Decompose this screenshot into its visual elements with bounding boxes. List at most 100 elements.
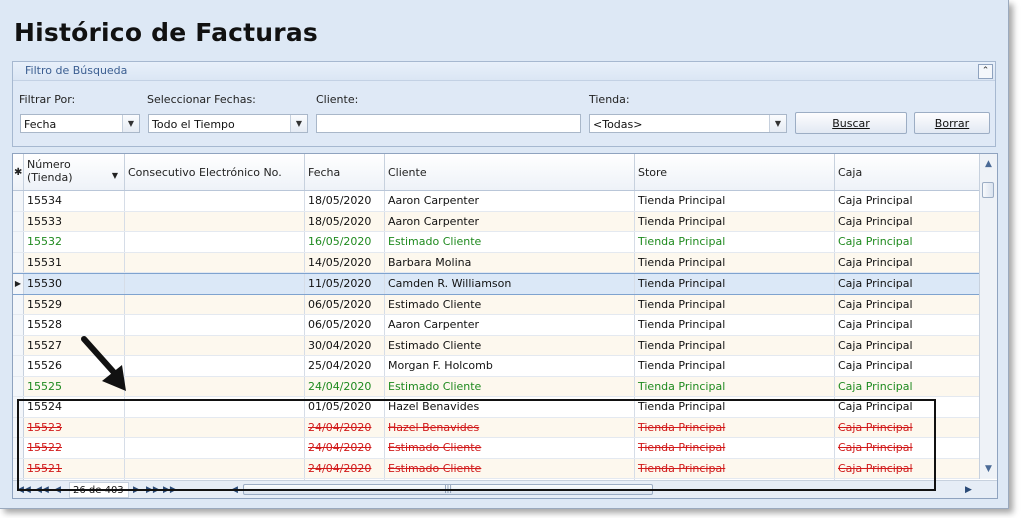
sort-descending-icon: ▼ [111,171,118,180]
table-row[interactable]: 15526 25/04/2020 Morgan F. Holcomb Tienda P… [13,356,979,377]
store-select[interactable]: <Todas> ▼ [589,114,787,133]
cell-store: Tienda Principal [635,315,835,335]
table-row[interactable]: 15533 18/05/2020 Aaron Carpenter Tienda Pri… [13,211,979,232]
column-header-electronic-number[interactable]: Consecutivo Electrónico No. [125,154,305,190]
row-indicator[interactable] [13,232,24,252]
cell-register: Caja Principal [838,338,913,352]
cell-client: Aaron Carpenter [385,315,635,335]
chevron-down-icon[interactable]: ▼ [290,115,307,132]
cell-date: 18/05/2020 [305,211,385,231]
select-dates-value: Todo el Tiempo [152,118,235,131]
cell-electronic-number [125,315,305,335]
cell-store: Tienda Principal [635,376,835,396]
search-button-label: Buscar [832,117,870,130]
vertical-scrollbar[interactable]: ▲ ▼ [979,154,997,479]
scroll-right-icon[interactable]: ▶ [965,481,972,498]
column-header-client[interactable]: Cliente [385,154,635,190]
cell-register: Caja Principal [838,277,913,290]
cell-electronic-number [125,252,305,272]
column-header-number[interactable]: Número (Tienda) ▼ [24,154,125,190]
cell-client: Estimado Cliente [385,335,635,355]
cell-client: Camden R. Williamson [385,274,635,294]
client-label: Cliente: [316,93,359,106]
column-header-number-label: Número (Tienda) [27,158,73,184]
cell-register: Caja Principal [838,194,913,207]
cell-electronic-number [125,211,305,231]
cell-client: Morgan F. Holcomb [385,356,635,376]
row-indicator[interactable] [13,376,24,396]
cell-date: 25/04/2020 [305,356,385,376]
column-header-store[interactable]: Store [635,154,835,190]
scroll-up-icon[interactable]: ▲ [980,156,997,172]
cell-number: 15532 [24,232,125,252]
row-indicator[interactable] [13,335,24,355]
cell-date: 06/05/2020 [305,294,385,314]
cell-store: Tienda Principal [635,274,835,294]
table-row[interactable]: 15527 30/04/2020 Estimado Cliente Tienda Pr… [13,335,979,356]
table-row[interactable]: 15525 24/04/2020 Estimado Cliente Tienda Pr… [13,376,979,397]
callout-arrow-icon [81,336,126,391]
current-row-indicator-icon[interactable]: ▶ [13,274,24,294]
cell-client: Aaron Carpenter [385,211,635,231]
invoice-history-window: Histórico de Facturas Filtro de Búsqueda… [0,0,1009,509]
cell-number: 15533 [24,211,125,231]
cell-electronic-number [125,335,305,355]
cell-register: Caja Principal [838,379,913,393]
chevron-down-icon[interactable]: ▼ [769,115,786,132]
cell-store: Tienda Principal [635,232,835,252]
table-row[interactable]: 15532 16/05/2020 Estimado Cliente Tienda Pr… [13,232,979,253]
cell-client: Estimado Cliente [385,376,635,396]
search-filter-group: Filtro de Búsqueda ⌃ Filtrar Por: Fecha … [12,61,996,147]
store-value: <Todas> [593,118,643,131]
row-indicator[interactable] [13,356,24,376]
page-title: Histórico de Facturas [14,18,318,47]
cell-date: 24/04/2020 [305,376,385,396]
column-header-date[interactable]: Fecha [305,154,385,190]
table-row[interactable]: 15531 14/05/2020 Barbara Molina Tienda Prin… [13,252,979,273]
cell-electronic-number [125,376,305,396]
cell-client: Estimado Cliente [385,232,635,252]
grid-header: ✱ Número (Tienda) ▼ Consecutivo Electrón… [13,154,979,191]
cell-electronic-number [125,274,305,294]
cell-number: 15530 [24,274,125,294]
search-button[interactable]: Buscar [795,112,907,134]
select-dates-label: Seleccionar Fechas: [147,93,256,106]
table-row[interactable]: 15529 06/05/2020 Estimado Cliente Tienda Pr… [13,294,979,315]
table-row[interactable]: 15528 06/05/2020 Aaron Carpenter Tienda Pri… [13,315,979,336]
client-input[interactable] [316,114,581,133]
select-dates-select[interactable]: Todo el Tiempo ▼ [148,114,308,133]
clear-button[interactable]: Borrar [914,112,990,134]
cell-store: Tienda Principal [635,211,835,231]
scroll-thumb[interactable] [982,182,994,198]
annulled-invoices-highlight [17,399,936,491]
cell-date: 06/05/2020 [305,315,385,335]
cell-register: Caja Principal [838,297,913,311]
cell-client: Barbara Molina [385,252,635,272]
row-indicator[interactable] [13,252,24,272]
table-row[interactable]: 15534 18/05/2020 Aaron Carpenter Tienda Pri… [13,191,979,212]
double-chevron-up-icon[interactable]: ⌃ [978,64,993,79]
table-row[interactable]: ▶ 15530 11/05/2020 Camden R. Williamson Tien… [13,273,979,295]
cell-electronic-number [125,232,305,252]
cell-register: Caja Principal [838,214,913,228]
scroll-down-icon[interactable]: ▼ [980,461,997,477]
row-indicator[interactable] [13,294,24,314]
chevron-down-icon[interactable]: ▼ [122,115,139,132]
clear-button-label: Borrar [934,117,970,130]
cell-client: Aaron Carpenter [385,191,635,211]
cell-electronic-number [125,191,305,211]
row-indicator[interactable] [13,315,24,335]
row-indicator[interactable] [13,211,24,231]
filter-by-select[interactable]: Fecha ▼ [20,114,140,133]
cell-register: Caja Principal [838,255,913,269]
row-indicator[interactable] [13,191,24,211]
filter-by-value: Fecha [24,118,57,131]
filter-group-title: Filtro de Búsqueda [13,62,995,81]
cell-date: 18/05/2020 [305,191,385,211]
column-header-register[interactable]: Caja [835,154,979,190]
cell-register: Caja Principal [838,318,913,331]
cell-store: Tienda Principal [635,191,835,211]
cell-electronic-number [125,294,305,314]
cell-date: 16/05/2020 [305,232,385,252]
cell-number: 15529 [24,294,125,314]
